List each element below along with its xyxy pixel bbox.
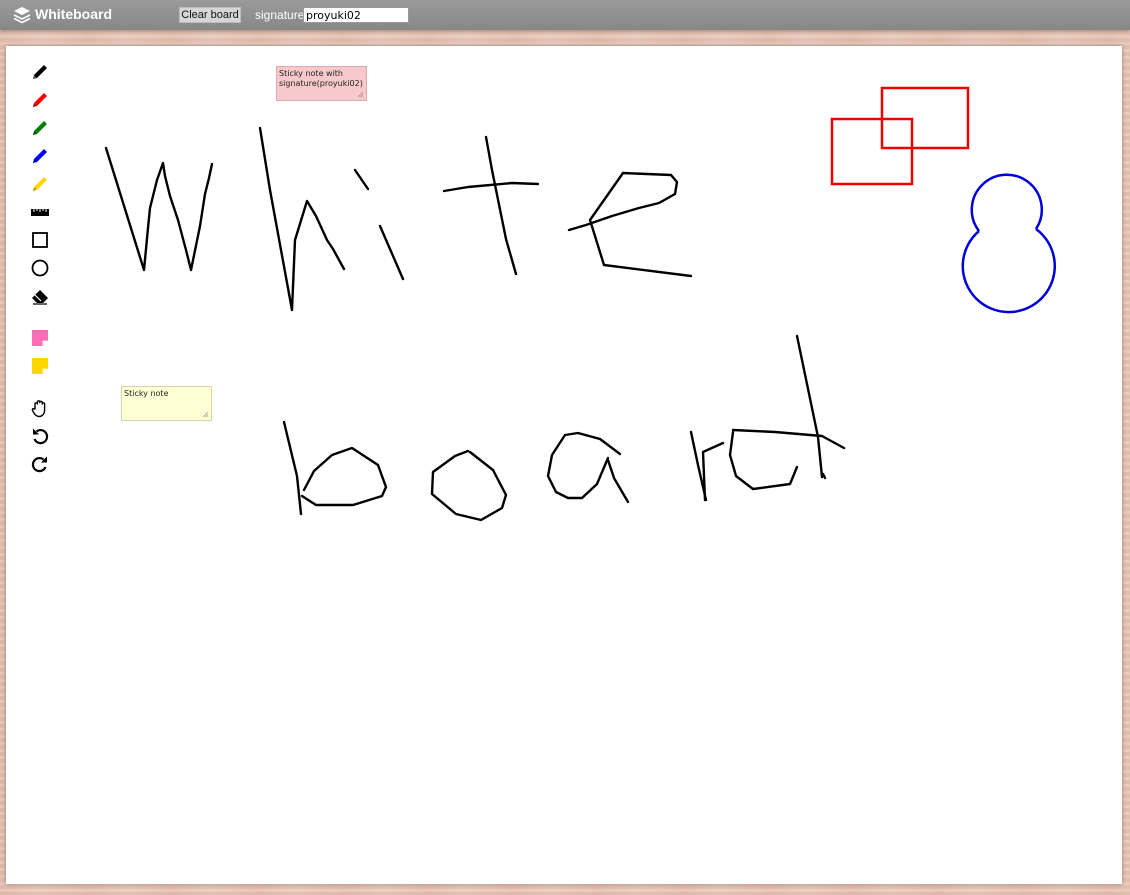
drawing-layer [104,86,1056,522]
red-rectangles [830,86,970,186]
stroke-i-body [378,224,405,281]
stroke-d-top [731,428,846,450]
yellow-sticky-note-icon[interactable] [28,354,52,378]
pen-red-icon[interactable] [28,88,52,112]
top-bar: Whiteboard Clear board signature [0,0,1130,30]
blue-circle-large [961,227,1056,314]
stroke-a-tail [606,458,630,504]
pen-black-icon[interactable] [28,60,52,84]
eraser-icon[interactable] [28,284,52,308]
rectangle-icon[interactable] [28,228,52,252]
pen-blue-icon[interactable] [28,144,52,168]
sticky-note-pink[interactable]: Sticky note with signature(proyuki02) [276,66,367,101]
app-title: Whiteboard [35,6,112,22]
stroke-t-bar [442,181,540,193]
blue-circle-small [970,173,1044,232]
red-rectangle-front [830,117,914,186]
redo-icon[interactable] [28,452,52,476]
stroke-r-arm [701,441,725,502]
stroke-b-loop [300,446,388,507]
pen-yellow-icon[interactable] [28,172,52,196]
signature-input[interactable] [303,7,409,23]
stroke-i-dot [353,168,370,191]
signature-label: signature [255,8,305,22]
stroke-w [104,146,214,272]
stroke-d-tick [821,472,827,480]
resize-grip-icon[interactable] [357,91,364,98]
stroke-e [567,171,693,278]
stack-layers-icon [13,7,31,24]
blue-circles [961,173,1056,314]
pen-green-icon[interactable] [28,116,52,140]
sticky-note-yellow[interactable]: Sticky note [121,386,212,421]
sticky-note-text: Sticky note with signature(proyuki02) [279,69,363,88]
stroke-h-left [258,126,346,312]
whiteboard-canvas[interactable]: Sticky note with signature(proyuki02) St… [6,46,1122,884]
stroke-d-bowl [728,430,799,491]
circle-icon[interactable] [28,256,52,280]
clear-board-button[interactable]: Clear board [179,7,241,23]
hand-pan-icon[interactable] [28,396,52,420]
resize-grip-icon[interactable] [202,411,209,418]
stroke-t-stem [484,135,518,276]
stroke-o [430,449,508,522]
stroke-d-stem [795,334,824,479]
undo-icon[interactable] [28,424,52,448]
sticky-note-text: Sticky note [124,389,169,398]
ink-strokes [104,126,846,522]
stroke-b-stem [282,420,303,516]
ruler-icon[interactable] [28,200,52,224]
pink-sticky-note-icon[interactable] [28,326,52,350]
